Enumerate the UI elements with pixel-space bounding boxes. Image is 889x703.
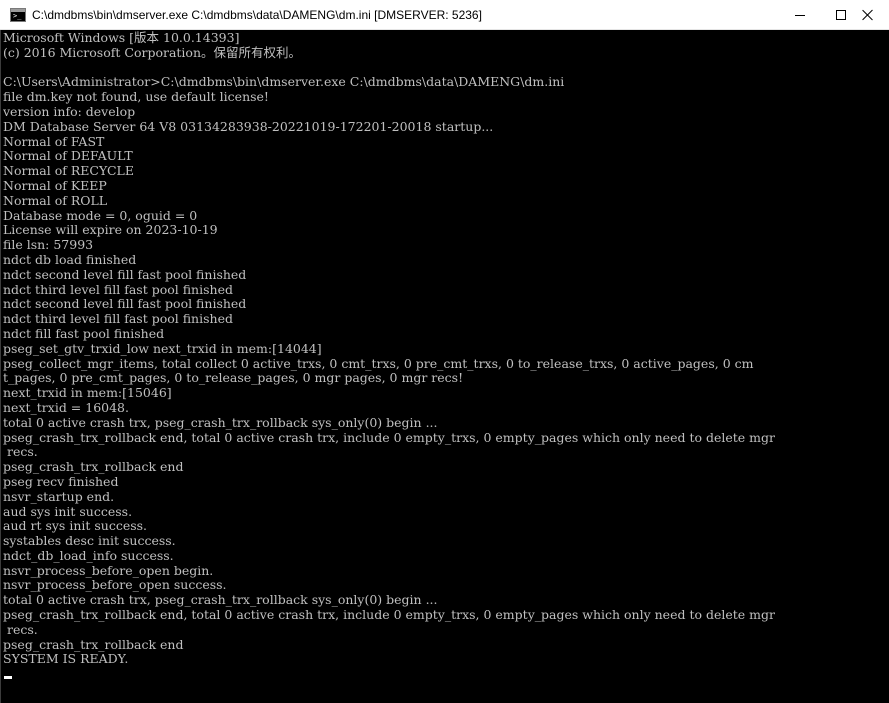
console-line: (c) 2016 Microsoft Corporation。保留所有权利。	[3, 44, 301, 60]
console-line: Microsoft Windows [版本 10.0.14393]	[3, 31, 240, 45]
console-line: aud rt sys init success.	[3, 518, 148, 534]
console-line: pseg_set_gtv_trxid_low next_trxid in mem…	[3, 340, 322, 356]
console-line: file dm.key not found, use default licen…	[3, 89, 269, 105]
console-line: ndct db load finished	[3, 251, 137, 267]
console-line: Normal of KEEP	[3, 177, 107, 193]
console-line: systables desc init success.	[3, 533, 176, 549]
console-line: Normal of FAST	[3, 133, 105, 149]
console-line: pseg recv finished	[3, 473, 119, 489]
console-line: pseg_crash_trx_rollback end, total 0 act…	[3, 429, 775, 445]
console-line: pseg_crash_trx_rollback end	[3, 459, 184, 475]
console-line: Normal of ROLL	[3, 192, 108, 208]
console-line: total 0 active crash trx, pseg_crash_trx…	[3, 414, 438, 430]
console-line: file lsn: 57993	[3, 237, 94, 253]
window-left-border	[0, 30, 1, 703]
maximize-icon	[836, 10, 846, 20]
minimize-icon	[795, 15, 805, 16]
console-line: pseg_crash_trx_rollback end, total 0 act…	[3, 607, 775, 623]
console-output[interactable]: Microsoft Windows [版本 10.0.14393] (c) 201…	[3, 31, 889, 703]
console-line: Normal of DEFAULT	[3, 148, 133, 164]
console-line: nsvr_process_before_open success.	[3, 577, 227, 593]
close-button[interactable]	[852, 0, 889, 30]
console-line: version info: develop	[3, 103, 136, 119]
console-line: ndct_db_load_info success.	[3, 547, 174, 563]
minimize-button[interactable]	[777, 0, 823, 30]
console-line: next_trxid in mem:[15046]	[3, 385, 172, 401]
title-bar[interactable]: >_ C:\dmdbms\bin\dmserver.exe C:\dmdbms\…	[0, 0, 889, 30]
console-line: pseg_crash_trx_rollback end	[3, 636, 184, 652]
console-line: ndct third level fill fast pool finished	[3, 311, 233, 327]
console-icon[interactable]: >_	[10, 8, 26, 22]
console-line: SYSTEM IS READY.	[3, 651, 129, 667]
console-line: total 0 active crash trx, pseg_crash_trx…	[3, 592, 438, 608]
console-line: t_pages, 0 pre_cmt_pages, 0 to_release_p…	[3, 370, 464, 386]
console-window: >_ C:\dmdbms\bin\dmserver.exe C:\dmdbms\…	[0, 0, 889, 703]
console-line: Database mode = 0, oguid = 0	[3, 207, 198, 223]
window-title: C:\dmdbms\bin\dmserver.exe C:\dmdbms\dat…	[32, 8, 482, 22]
console-line: nsvr_startup end.	[3, 488, 115, 504]
console-line: recs.	[3, 444, 38, 460]
console-line: License will expire on 2023-10-19	[3, 222, 218, 238]
console-line: C:\Users\Administrator>C:\dmdbms\bin\dms…	[3, 74, 565, 90]
console-line: DM Database Server 64 V8 03134283938-202…	[3, 118, 494, 134]
text-cursor	[4, 676, 12, 679]
console-line: ndct fill fast pool finished	[3, 325, 165, 341]
console-line: Normal of RECYCLE	[3, 163, 134, 179]
console-line: nsvr_process_before_open begin.	[3, 562, 214, 578]
console-line: ndct third level fill fast pool finished	[3, 281, 233, 297]
console-line: next_trxid = 16048.	[3, 399, 129, 415]
close-icon	[862, 9, 874, 21]
console-line: pseg_collect_mgr_items, total collect 0 …	[3, 355, 754, 371]
console-line: aud sys init success.	[3, 503, 133, 519]
console-line: ndct second level fill fast pool finishe…	[3, 266, 247, 282]
console-line: recs.	[3, 621, 38, 637]
console-line: ndct second level fill fast pool finishe…	[3, 296, 247, 312]
icon-prompt-glyph: >_	[13, 12, 22, 20]
